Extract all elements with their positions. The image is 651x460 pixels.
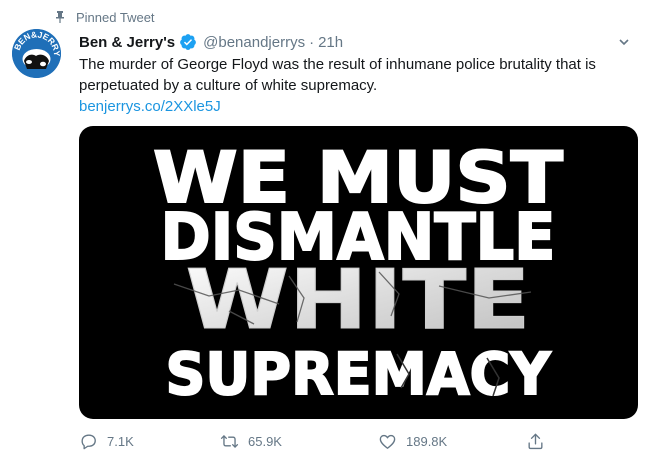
separator-dot: ·: [309, 33, 315, 51]
pinned-tweet-indicator: Pinned Tweet: [53, 8, 155, 26]
retweet-count: 65.9K: [248, 433, 282, 449]
reply-icon: [81, 433, 96, 449]
author-name[interactable]: Ben & Jerry's: [79, 34, 175, 51]
chevron-down-icon: [619, 39, 629, 46]
verified-badge-icon: [180, 34, 196, 50]
more-options-button[interactable]: [615, 33, 633, 51]
retweet-button[interactable]: 65.9K: [220, 428, 282, 454]
like-button[interactable]: 189.8K: [378, 428, 447, 454]
author-handle[interactable]: @benandjerrys: [203, 34, 305, 51]
reply-button[interactable]: 7.1K: [79, 428, 134, 454]
heart-icon: [379, 434, 396, 449]
share-button[interactable]: [526, 428, 545, 454]
tweet-header: Ben & Jerry's @benandjerrys · 21h: [79, 31, 639, 53]
avatar[interactable]: BEN&JERRY'S: [12, 29, 61, 78]
tweet-link[interactable]: benjerrys.co/2XXle5J: [79, 96, 221, 117]
reply-count: 7.1K: [107, 433, 134, 449]
retweet-icon: [220, 434, 239, 448]
image-line-4: SUPREMACY: [166, 340, 552, 408]
share-icon: [528, 433, 543, 449]
image-line-3: WHITE: [186, 253, 531, 348]
tweet-image[interactable]: WE MUST DISMANTLE WHITE SUPREMACY: [79, 126, 638, 419]
tweet-text: The murder of George Floyd was the resul…: [79, 56, 596, 94]
like-count: 189.8K: [406, 433, 448, 449]
tweet-actions: 7.1K 65.9K 189.8K: [79, 428, 549, 454]
tweet-timestamp[interactable]: 21h: [318, 34, 343, 51]
pin-icon: [56, 11, 64, 23]
pinned-label: Pinned Tweet: [76, 9, 155, 25]
